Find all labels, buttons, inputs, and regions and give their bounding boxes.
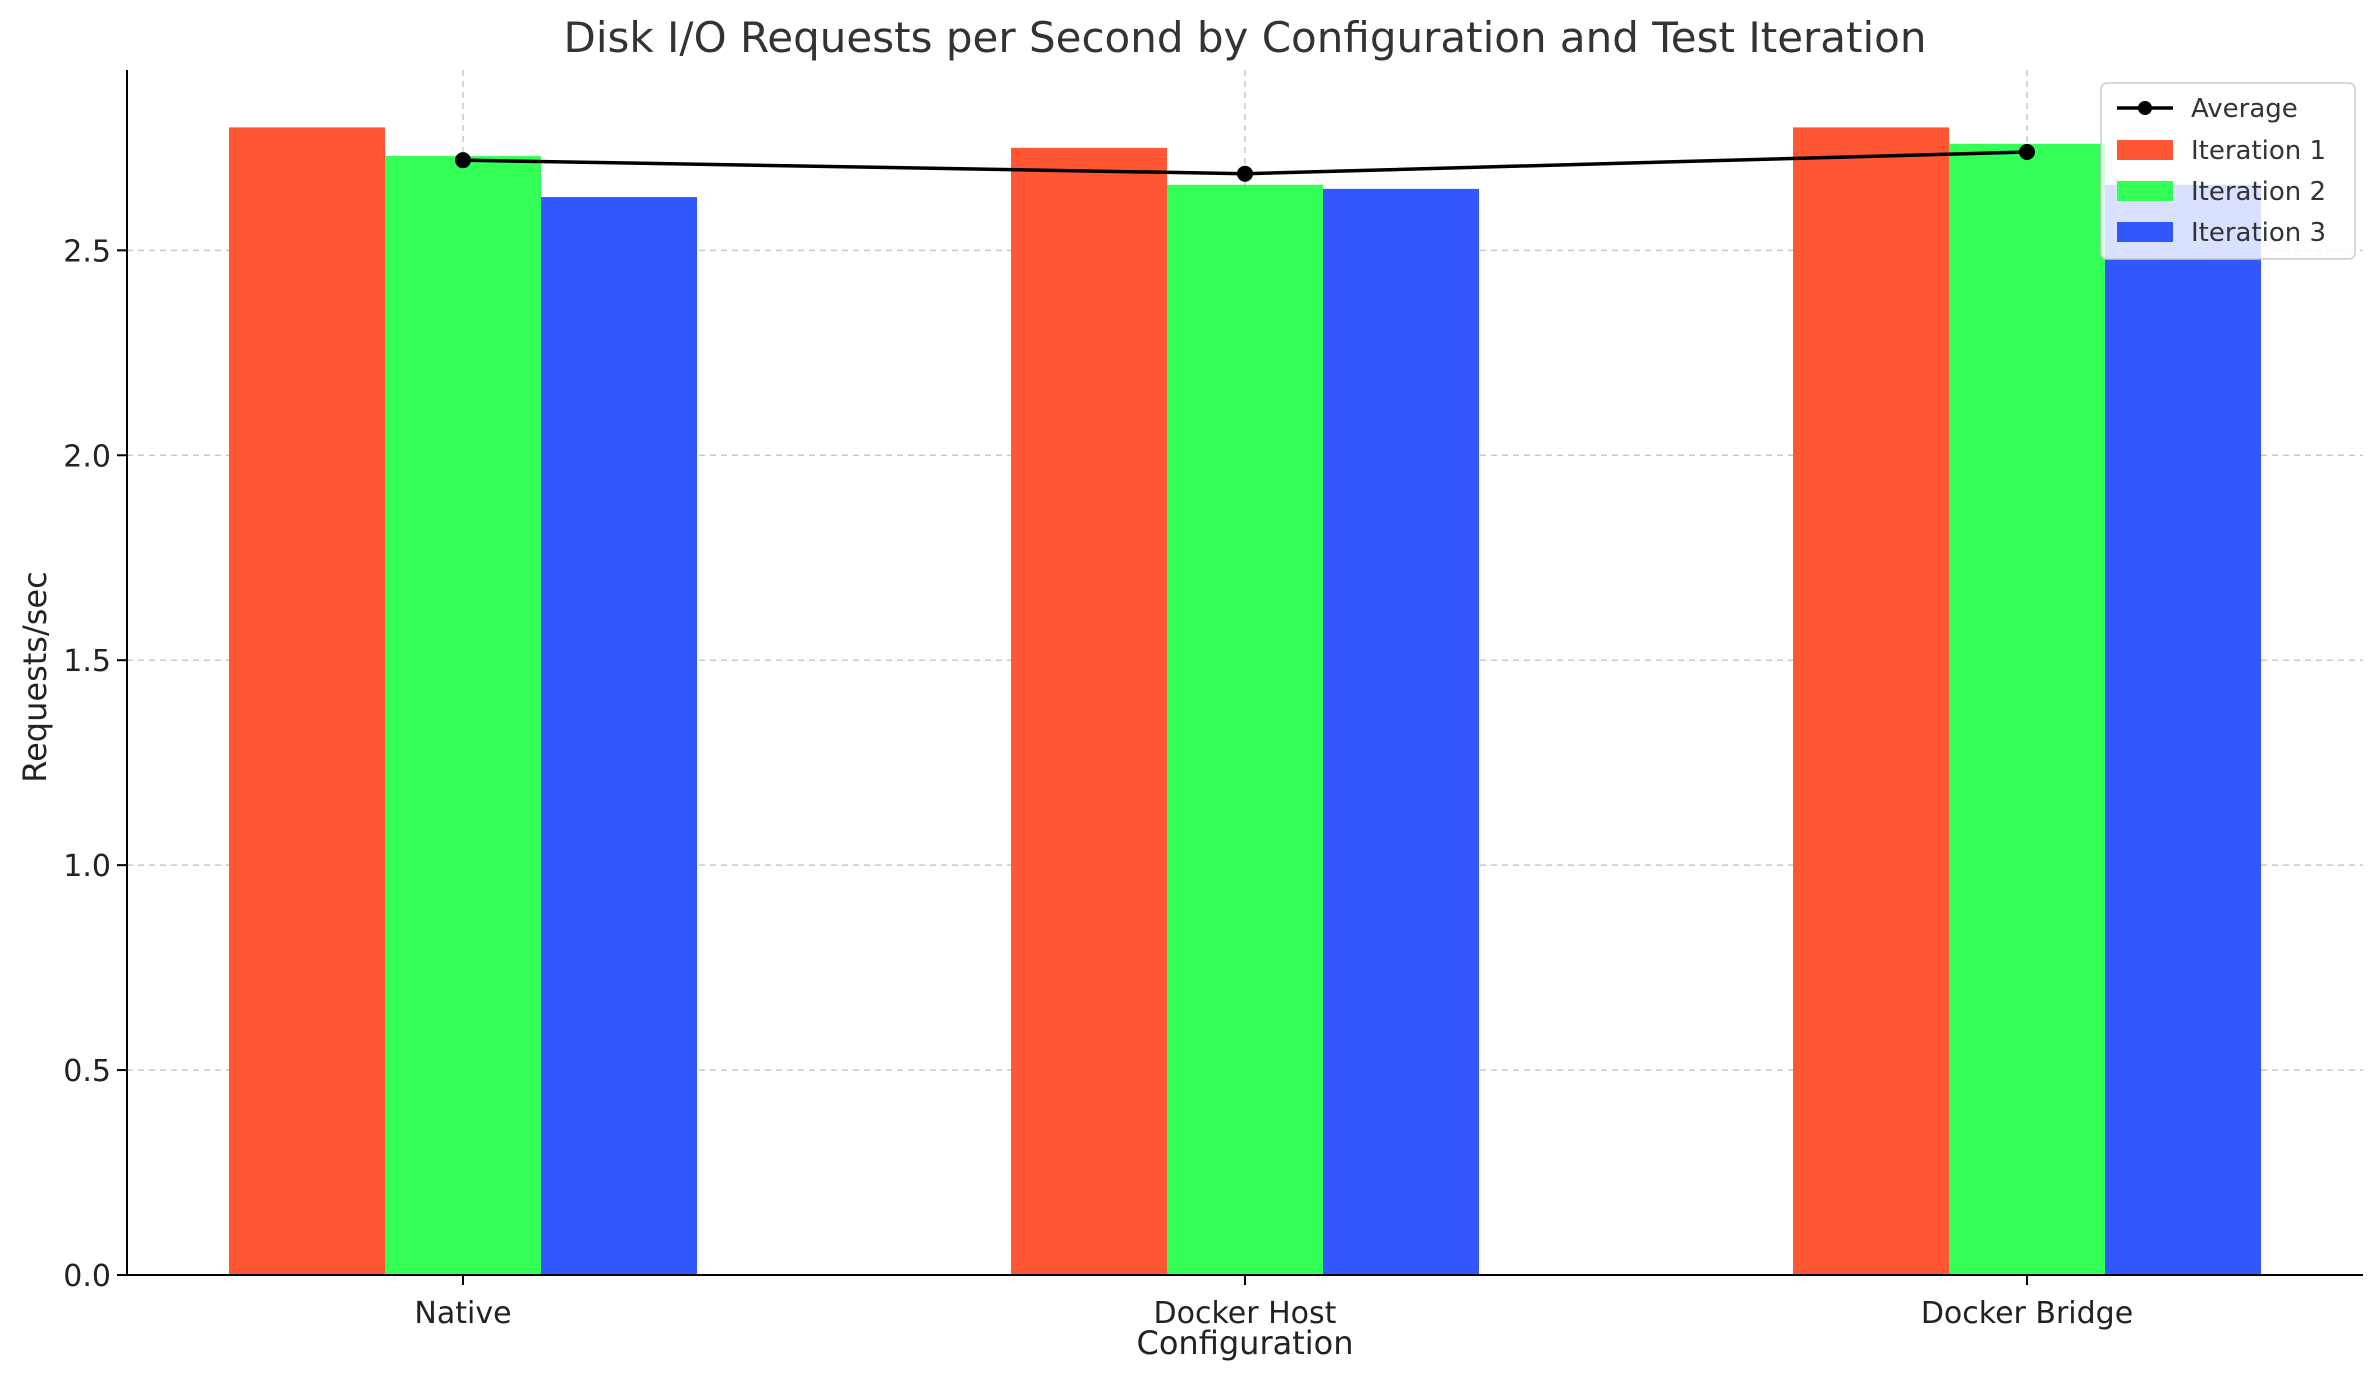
y-tick-label: 2.5 [63,234,111,269]
y-tick-label: 2.0 [63,439,111,474]
legend-marker [2138,101,2152,115]
y-tick-label: 1.5 [63,644,111,679]
y-axis-label: Requests/sec [16,571,54,782]
bar-iteration-1 [229,127,385,1275]
x-tick-label: Docker Bridge [1921,1296,2133,1331]
chart: Disk I/O Requests per Second by Configur… [16,13,2363,1362]
x-axis-label: Configuration [1136,1324,1353,1362]
legend-swatch [2117,222,2173,242]
bar-iteration-3 [2105,184,2261,1275]
average-point [1237,165,1253,182]
legend-label: Iteration 1 [2191,136,2326,166]
y-tick-label: 0.5 [63,1054,111,1089]
chart-title: Disk I/O Requests per Second by Configur… [563,13,1926,62]
legend-label: Iteration 2 [2191,177,2326,207]
legend-swatch [2117,140,2173,160]
average-point [2019,143,2035,160]
y-tick-label: 1.0 [63,849,111,884]
legend-label: Iteration 3 [2191,218,2326,248]
bar-iteration-2 [1949,143,2105,1275]
average-point [455,152,471,169]
x-tick-label: Native [414,1296,511,1331]
bars-layer [229,127,2261,1276]
bar-iteration-3 [541,197,697,1275]
bar-iteration-1 [1011,147,1167,1275]
y-tick-label: 0.0 [63,1259,111,1294]
bar-iteration-2 [1167,184,1323,1275]
bar-iteration-1 [1793,127,1949,1275]
bar-iteration-2 [385,156,541,1276]
bar-iteration-3 [1323,188,1479,1275]
legend-label: Average [2191,94,2298,124]
legend-swatch [2117,181,2173,201]
legend: Average Iteration 1 Iteration 2 Iteration 3 [2100,82,2356,260]
